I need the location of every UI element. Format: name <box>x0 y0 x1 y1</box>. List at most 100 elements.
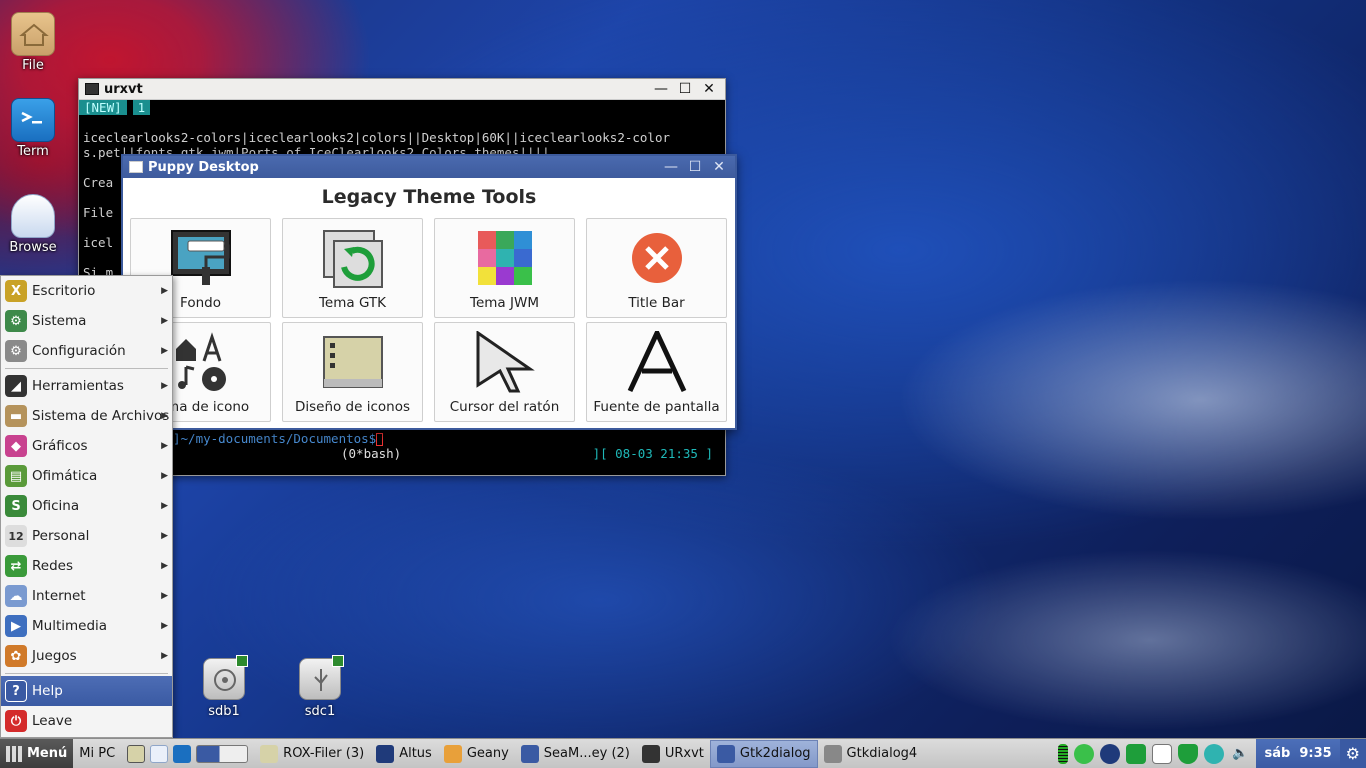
taskbar-task[interactable]: Geany <box>438 740 515 768</box>
update-icon[interactable] <box>1204 743 1225 764</box>
menu-item-label: Juegos <box>32 648 77 664</box>
menu-item-oficina[interactable]: S Oficina ▶ <box>1 491 172 521</box>
settings-button[interactable]: ⚙ <box>1339 738 1366 768</box>
close-icon[interactable]: ✕ <box>711 159 727 175</box>
menu-item-help[interactable]: ? Help <box>1 676 172 706</box>
menu-item-ofim-tica[interactable]: ▤ Ofimática ▶ <box>1 461 172 491</box>
menu-item-gr-ficos[interactable]: ◆ Gráficos ▶ <box>1 431 172 461</box>
menu-item-label: Sistema de Archivos <box>32 408 170 424</box>
mypc-button[interactable]: Mi PC <box>73 740 121 768</box>
tool-fuente-de-pantalla[interactable]: Fuente de pantalla <box>586 322 727 422</box>
menu-item-sistema[interactable]: ⚙ Sistema ▶ <box>1 306 172 336</box>
menu-item-sistema-de-archivos[interactable]: ▬ Sistema de Archivos ▶ <box>1 401 172 431</box>
clock-text: sáb 9:35 <box>1264 746 1332 761</box>
menu-item-internet[interactable]: ☁ Internet ▶ <box>1 581 172 611</box>
drive-sdc1[interactable]: sdc1 <box>285 655 355 719</box>
system-tray: 🔈 <box>1052 743 1256 764</box>
dialog-titlebar[interactable]: Puppy Desktop — ☐ ✕ <box>123 156 735 178</box>
clipboard-icon[interactable] <box>1152 743 1173 764</box>
menu-category-icon: X <box>5 280 27 302</box>
submenu-arrow-icon: ▶ <box>161 471 168 481</box>
maximize-icon[interactable]: ☐ <box>687 159 703 175</box>
desktop-icon-browse[interactable]: Browse <box>1 194 65 255</box>
help-icon: ? <box>5 680 27 702</box>
start-menu[interactable]: X Escritorio ▶ ⚙ Sistema ▶ ⚙ Configuración ▶ ◢ Her… <box>0 275 173 738</box>
file-manager-icon[interactable] <box>127 744 146 763</box>
submenu-arrow-icon: ▶ <box>161 501 168 511</box>
puppy-desktop-dialog[interactable]: Puppy Desktop — ☐ ✕ Legacy Theme Tools F… <box>121 154 737 430</box>
submenu-arrow-icon: ▶ <box>161 286 168 296</box>
terminal-tab[interactable]: 1 <box>132 100 151 115</box>
taskbar-task-label: Geany <box>466 746 509 761</box>
drive-label: sdc1 <box>304 704 336 719</box>
tool-title-bar[interactable]: Title Bar <box>586 218 727 318</box>
seamonkey-icon <box>520 744 539 763</box>
menu-item-escritorio[interactable]: X Escritorio ▶ <box>1 276 172 306</box>
taskbar-task[interactable]: Gtkdialog4 <box>818 740 924 768</box>
terminal-tab[interactable]: [NEW] <box>79 100 127 115</box>
menu-category-icon: ⇄ <box>5 555 27 577</box>
tool-diseno-de-iconos[interactable]: Diseño de iconos <box>282 322 423 422</box>
terminal-session: (0*bash) <box>341 446 402 461</box>
window-title: urxvt <box>104 81 143 97</box>
taskbar-task[interactable]: Altus <box>370 740 438 768</box>
network-icon[interactable] <box>1126 743 1147 764</box>
menu-item-redes[interactable]: ⇄ Redes ▶ <box>1 551 172 581</box>
mouse-cursor-icon <box>474 331 536 393</box>
desktop-icon-term[interactable]: Term <box>1 98 65 159</box>
menu-category-icon: ✿ <box>5 645 27 667</box>
clock[interactable]: sáb 9:35 <box>1256 738 1340 768</box>
dialog-app-icon <box>129 161 143 173</box>
tool-label: Tema JWM <box>470 295 539 311</box>
close-icon[interactable]: ✕ <box>701 81 717 97</box>
menu-item-label: Internet <box>32 588 86 604</box>
gtkdialog-icon <box>716 744 735 763</box>
menu-category-icon: S <box>5 495 27 517</box>
menu-item-herramientas[interactable]: ◢ Herramientas ▶ <box>1 371 172 401</box>
icon-layout-icon <box>322 331 384 393</box>
menu-item-label: Gráficos <box>32 438 88 454</box>
menu-item-label: Ofimática <box>32 468 98 484</box>
menu-item-multimedia[interactable]: ▶ Multimedia ▶ <box>1 611 172 641</box>
taskbar-task[interactable]: SeaM...ey (2) <box>515 740 636 768</box>
drive-sdb1[interactable]: sdb1 <box>189 655 259 719</box>
menu-item-configuraci-n[interactable]: ⚙ Configuración ▶ <box>1 336 172 366</box>
taskbar-task[interactable]: ROX-Filer (3) <box>254 740 370 768</box>
volume-icon[interactable]: 🔈 <box>1230 744 1250 764</box>
terminal-icon[interactable] <box>173 744 192 763</box>
tool-tema-gtk[interactable]: Tema GTK <box>282 218 423 318</box>
menu-category-icon: ▶ <box>5 615 27 637</box>
taskbar-task[interactable]: URxvt <box>636 740 710 768</box>
desktop-pager-icon[interactable] <box>196 744 249 763</box>
menu-item-label: Escritorio <box>32 283 96 299</box>
tool-tema-jwm[interactable]: Tema JWM <box>434 218 575 318</box>
geany-icon <box>443 744 462 763</box>
menu-category-icon: ⚙ <box>5 340 27 362</box>
terminal-line: iceclearlooks2-colors|iceclearlooks2|col… <box>83 130 670 145</box>
taskbar-task[interactable]: Gtk2dialog <box>709 739 818 768</box>
disk-icon[interactable] <box>1074 743 1095 764</box>
icon-theme-icon <box>170 331 232 393</box>
minimize-icon[interactable]: — <box>653 81 669 97</box>
menu-item-personal[interactable]: 12 Personal ▶ <box>1 521 172 551</box>
dialog-heading: Legacy Theme Tools <box>321 186 537 208</box>
start-menu-button[interactable]: Menú <box>0 738 74 768</box>
urxvt-titlebar[interactable]: urxvt — ☐ ✕ <box>79 79 725 100</box>
menu-item-label: Configuración <box>32 343 126 359</box>
menu-separator <box>5 673 168 674</box>
submenu-arrow-icon: ▶ <box>161 651 168 661</box>
altus-icon[interactable] <box>1100 743 1121 764</box>
maximize-icon[interactable]: ☐ <box>677 81 693 97</box>
cpu-meter-icon[interactable] <box>1058 743 1069 764</box>
taskbar-task-label: ROX-Filer (3) <box>283 746 365 761</box>
tool-cursor-del-raton[interactable]: Cursor del ratón <box>434 322 575 422</box>
grid-icon <box>6 745 22 762</box>
quicklaunch <box>121 740 254 768</box>
menu-item-juegos[interactable]: ✿ Juegos ▶ <box>1 641 172 671</box>
minimize-icon[interactable]: — <box>663 159 679 175</box>
cloud-icon[interactable] <box>150 744 169 763</box>
menu-item-leave[interactable]: ⏻ Leave <box>1 706 172 736</box>
submenu-arrow-icon: ▶ <box>161 346 168 356</box>
desktop-icon-file[interactable]: File <box>1 12 65 73</box>
firewall-shield-icon[interactable] <box>1178 743 1199 764</box>
